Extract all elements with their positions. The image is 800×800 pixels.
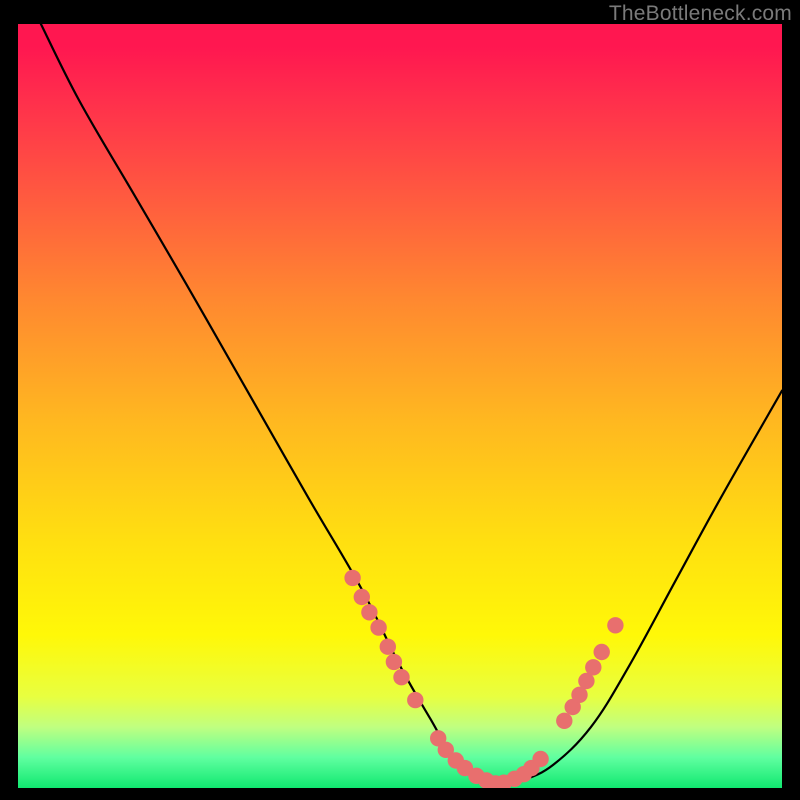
watermark-text: TheBottleneck.com: [609, 2, 792, 26]
bottleneck-curve: [41, 24, 782, 784]
data-point: [532, 751, 548, 767]
data-point-markers: [344, 570, 623, 788]
data-point: [407, 692, 423, 708]
data-point: [556, 713, 572, 729]
data-point: [585, 659, 601, 675]
data-point: [370, 619, 386, 635]
data-point: [380, 639, 396, 655]
data-point: [393, 669, 409, 685]
data-point: [594, 644, 610, 660]
data-point: [361, 604, 377, 620]
chart-overlay: [18, 24, 782, 788]
data-point: [607, 617, 623, 633]
chart-frame: TheBottleneck.com: [0, 0, 800, 800]
data-point: [386, 654, 402, 670]
data-point: [354, 589, 370, 605]
data-point: [344, 570, 360, 586]
